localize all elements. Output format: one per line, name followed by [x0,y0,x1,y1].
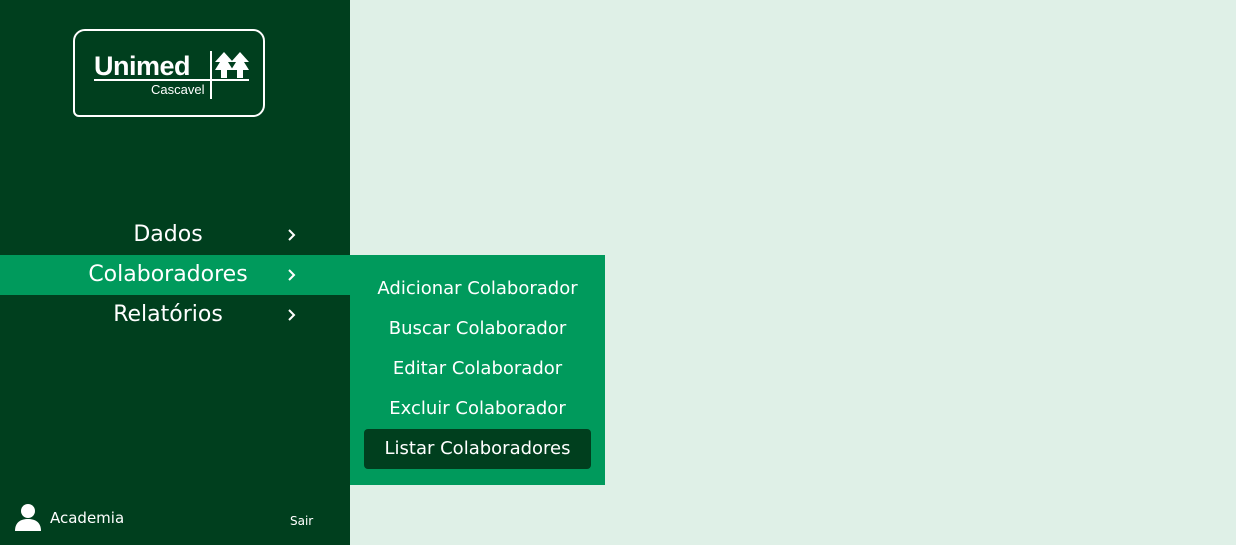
nav-item-dados[interactable]: Dados [0,215,350,255]
colaboradores-submenu: Adicionar Colaborador Buscar Colaborador… [350,255,605,485]
submenu-item-adicionar[interactable]: Adicionar Colaborador [364,269,591,309]
logo-divider-vertical [210,51,212,99]
chevron-right-icon [288,269,296,281]
logo-subtitle: Cascavel [151,82,205,97]
submenu-item-excluir[interactable]: Excluir Colaborador [364,389,591,429]
user-icon [15,504,41,531]
nav-item-relatorios[interactable]: Relatórios [0,295,350,335]
logout-button[interactable]: Sair [290,514,313,528]
tree-icon [215,52,249,78]
unimed-logo: Unimed Cascavel [73,29,265,117]
main-content [605,0,1236,545]
sidebar: Unimed Cascavel Dados Colaboradores Rela… [0,0,350,545]
chevron-right-icon [288,309,296,321]
chevron-right-icon [288,229,296,241]
logo-divider-horizontal [94,79,249,81]
submenu-item-buscar[interactable]: Buscar Colaborador [364,309,591,349]
submenu-item-editar[interactable]: Editar Colaborador [364,349,591,389]
nav-item-colaboradores[interactable]: Colaboradores [0,255,350,295]
logo-name: Unimed [94,51,191,81]
submenu-item-listar[interactable]: Listar Colaboradores [364,429,591,469]
user-name: Academia [50,509,125,527]
